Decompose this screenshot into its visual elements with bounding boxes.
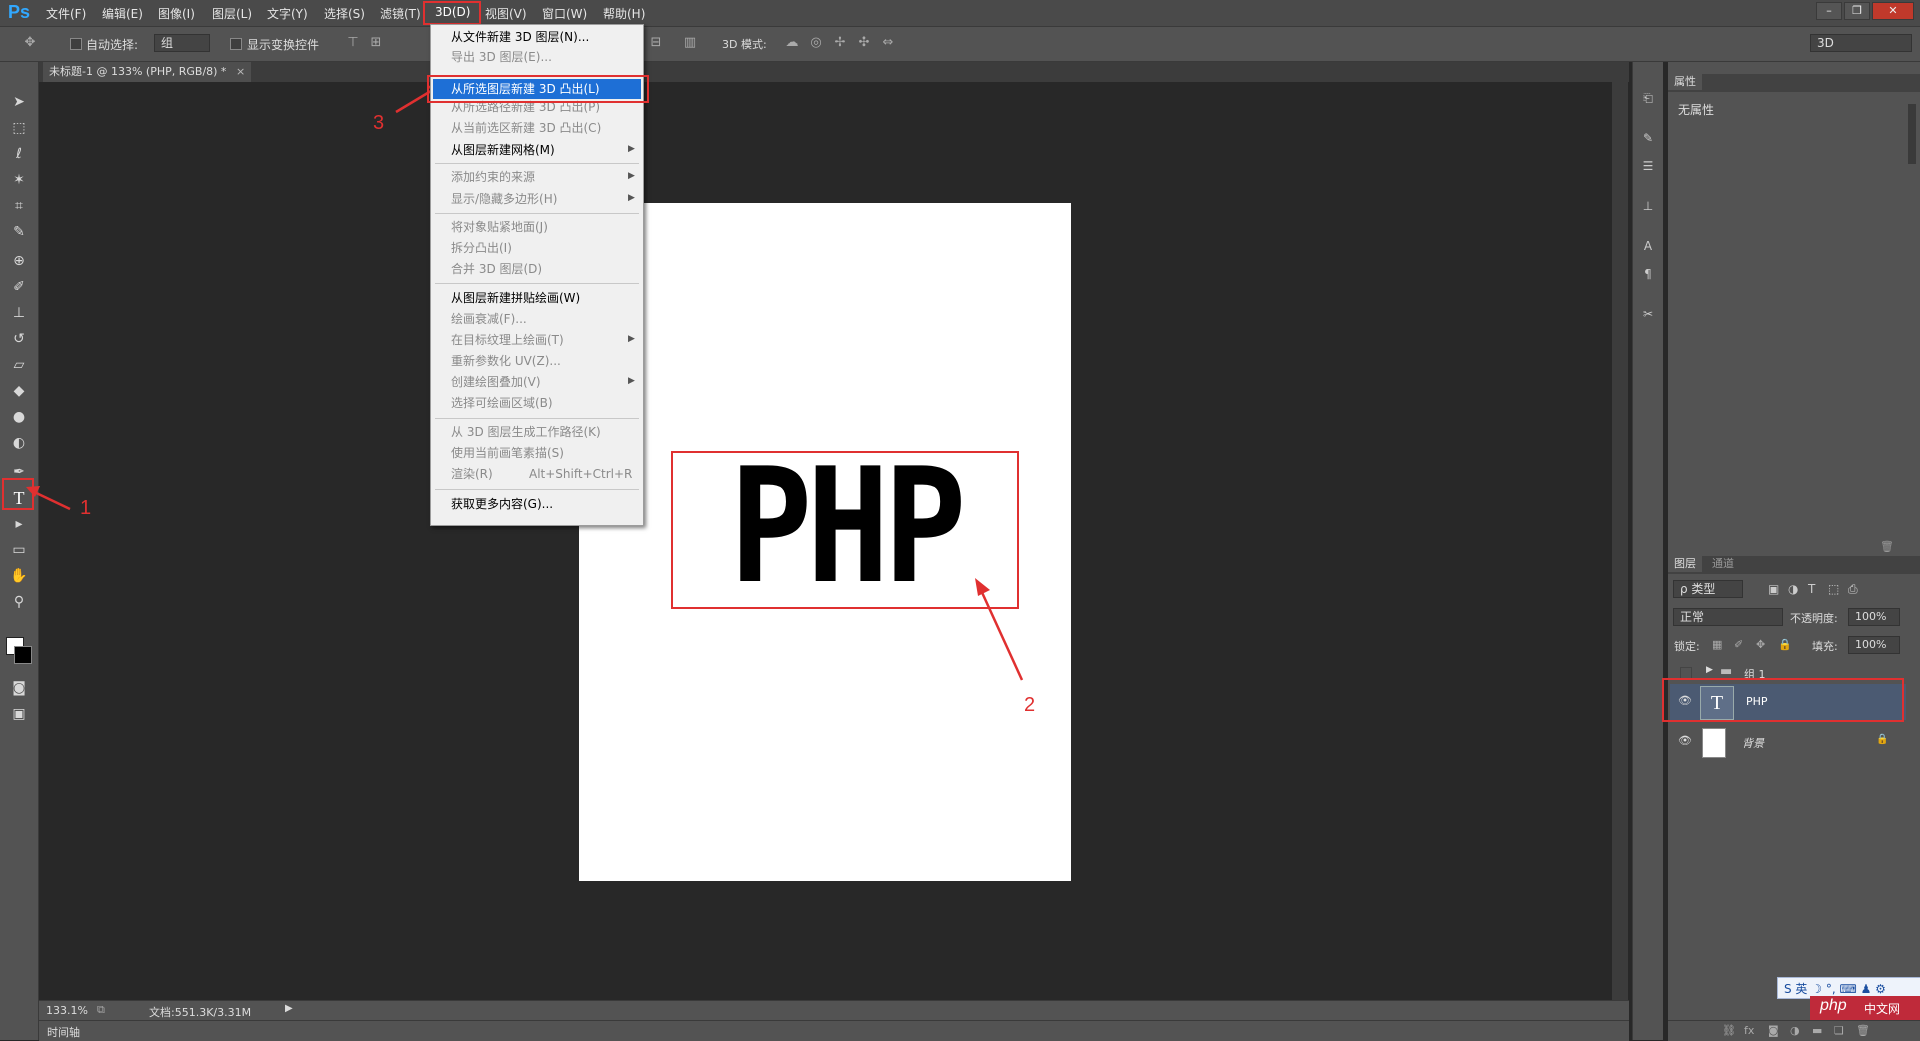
lock-transparent-icon[interactable]: ▦: [1712, 638, 1722, 651]
menu-item-render[interactable]: 渲染(R): [451, 465, 493, 483]
menu-item-reparameterize-uv[interactable]: 重新参数化 UV(Z)...: [451, 352, 561, 370]
adjustment-layer-icon[interactable]: ◑: [1790, 1024, 1800, 1037]
filter-smart-icon[interactable]: ⎙: [1848, 582, 1858, 597]
filter-pixel-icon[interactable]: ▣: [1768, 582, 1779, 596]
layer-row-background[interactable]: 👁 背景 🔒: [1670, 724, 1906, 760]
new-layer-icon[interactable]: ❏: [1834, 1024, 1844, 1037]
no-properties-text: 无属性: [1678, 103, 1715, 117]
menu-item-highlight-box: [427, 75, 649, 103]
submenu-arrow-icon: ▶: [628, 376, 635, 386]
menu-item-create-uv-overlays[interactable]: 创建绘图叠加(V): [451, 373, 541, 391]
brush-panel-icon[interactable]: ✎: [1640, 130, 1656, 146]
opacity-label: 不透明度:: [1790, 612, 1838, 625]
clone-source-icon[interactable]: ⊥: [1640, 198, 1656, 214]
blend-mode-dropdown[interactable]: 正常: [1673, 608, 1783, 626]
layers-tab-bar: 图层 通道: [1668, 556, 1920, 574]
status-info-icon[interactable]: ⧉: [97, 1003, 105, 1017]
add-mask-icon[interactable]: ◙: [1768, 1024, 1779, 1037]
status-menu-arrow-icon[interactable]: ▶: [285, 1003, 293, 1014]
collapsed-panels-strip: ⎗ ✎ ☰ ⊥ A ¶ ✂: [1632, 62, 1663, 1040]
ime-status: S 英 ☽ °, ⌨ ♟ ⚙: [1784, 982, 1886, 996]
expand-arrow-icon[interactable]: ▶: [1706, 665, 1713, 675]
submenu-arrow-icon: ▶: [628, 144, 635, 154]
background-thumbnail: [1702, 728, 1726, 758]
menu-item-merge-3d-layers[interactable]: 合并 3D 图层(D): [451, 260, 542, 278]
menu-item-new-3d-layer-from-file[interactable]: 从文件新建 3D 图层(N)...: [451, 28, 589, 46]
filter-shape-icon[interactable]: ⬚: [1828, 582, 1839, 596]
menu-item-paint-on-target-texture[interactable]: 在目标纹理上绘画(T): [451, 331, 564, 349]
menu-item-paint-falloff[interactable]: 绘画衰减(F)...: [451, 310, 527, 328]
filter-type-icon[interactable]: T: [1808, 582, 1815, 596]
annotation-number-1: 1: [80, 497, 92, 519]
paragraph-panel-icon[interactable]: ¶: [1640, 266, 1656, 282]
menu-item-export-3d-layer[interactable]: 导出 3D 图层(E)...: [451, 48, 552, 66]
right-panel-dock: 属性 无属性 🗑: [1668, 62, 1920, 1040]
adjust-panel-icon[interactable]: ☰: [1640, 158, 1656, 174]
layers-tab[interactable]: 图层: [1668, 556, 1702, 572]
menu-separator: [435, 418, 639, 419]
properties-tab-bar: 属性: [1668, 74, 1920, 92]
menu-separator: [435, 163, 639, 164]
link-layers-icon[interactable]: ⛓: [1722, 1024, 1736, 1037]
menu-item-make-work-path-from-3d[interactable]: 从 3D 图层生成工作路径(K): [451, 423, 601, 441]
layer-lock-icon: 🔒: [1876, 734, 1889, 745]
delete-layer-icon[interactable]: 🗑: [1856, 1024, 1870, 1037]
arrow-2-head: [975, 578, 990, 596]
opacity-input[interactable]: 100%: [1848, 608, 1900, 626]
channels-tab[interactable]: 通道: [1706, 556, 1740, 572]
fill-label: 填充:: [1812, 640, 1838, 653]
menu-separator: [435, 213, 639, 214]
submenu-arrow-icon: ▶: [628, 171, 635, 181]
menu-item-snap-object-to-ground[interactable]: 将对象贴紧地面(J): [451, 218, 548, 236]
layer-name: 背景: [1742, 737, 1764, 750]
properties-scrollbar[interactable]: [1908, 104, 1916, 164]
arrow-1-head: [26, 486, 40, 497]
menu-item-select-paintable-areas[interactable]: 选择可绘画区域(B): [451, 394, 553, 412]
timeline-bar: 时间轴: [39, 1020, 1629, 1041]
menu-item-add-constraint-source[interactable]: 添加约束的来源: [451, 168, 535, 186]
menu-separator: [435, 489, 639, 490]
lock-label: 锁定:: [1674, 640, 1700, 653]
menu-item-new-mesh-from-layer[interactable]: 从图层新建网格(M): [451, 141, 555, 159]
document-size: 文档:551.3K/3.31M: [149, 1006, 252, 1019]
annotation-number-3: 3: [373, 112, 385, 134]
new-group-icon[interactable]: ▬: [1812, 1024, 1822, 1037]
menu-separator: [435, 283, 639, 284]
submenu-arrow-icon: ▶: [628, 193, 635, 203]
filter-adjust-icon[interactable]: ◑: [1788, 582, 1798, 596]
layer-filter-dropdown[interactable]: ρ 类型: [1673, 580, 1743, 598]
layers-footer: ⛓ fx ◙ ◑ ▬ ❏ 🗑: [1668, 1020, 1920, 1041]
annotation-number-2: 2: [1024, 694, 1036, 716]
zoom-level[interactable]: 133.1%: [46, 1004, 88, 1017]
watermark-logo-subtext: 中文网: [1864, 1002, 1901, 1016]
menu-item-new-tiled-painting[interactable]: 从图层新建拼贴绘画(W): [451, 289, 580, 307]
fill-input[interactable]: 100%: [1848, 636, 1900, 654]
menu-item-new-3d-extrusion-from-selection[interactable]: 从当前选区新建 3D 凸出(C): [451, 119, 601, 137]
character-panel-icon[interactable]: A: [1640, 238, 1656, 254]
submenu-arrow-icon: ▶: [628, 334, 635, 344]
eye-icon[interactable]: 👁: [1678, 734, 1692, 747]
timeline-label[interactable]: 时间轴: [47, 1024, 80, 1040]
menu-item-get-more-content[interactable]: 获取更多内容(G)...: [451, 495, 553, 513]
render-shortcut: Alt+Shift+Ctrl+R: [529, 467, 633, 481]
fx-icon[interactable]: fx: [1744, 1024, 1754, 1037]
tool-presets-icon[interactable]: ✂: [1640, 306, 1656, 322]
menu-item-show-hide-polygons[interactable]: 显示/隐藏多边形(H): [451, 190, 557, 208]
folder-icon: ▬: [1720, 664, 1733, 679]
status-bar: 133.1% ⧉ 文档:551.3K/3.31M ▶: [39, 1000, 1629, 1021]
lock-position-icon[interactable]: ✥: [1756, 638, 1765, 651]
php-layer-highlight-box: [1662, 678, 1904, 722]
php-watermark-logo: php 中文网: [1810, 996, 1920, 1020]
trash-icon[interactable]: 🗑: [1880, 540, 1894, 553]
menu-3d-dropdown: 从文件新建 3D 图层(N)... 导出 3D 图层(E)... 从所选图层新建…: [427, 24, 649, 526]
lock-all-icon[interactable]: 🔒: [1778, 638, 1792, 651]
history-panel-icon[interactable]: ⎗: [1640, 90, 1656, 106]
watermark-logo-text: php: [1820, 997, 1847, 1014]
menu-item-sketch-with-current-brush[interactable]: 使用当前画笔素描(S): [451, 444, 564, 462]
properties-tab[interactable]: 属性: [1668, 74, 1702, 90]
arrow-2-line: [978, 587, 1024, 681]
menu-item-split-extrusion[interactable]: 拆分凸出(I): [451, 239, 512, 257]
lock-pixels-icon[interactable]: ✐: [1734, 638, 1743, 651]
